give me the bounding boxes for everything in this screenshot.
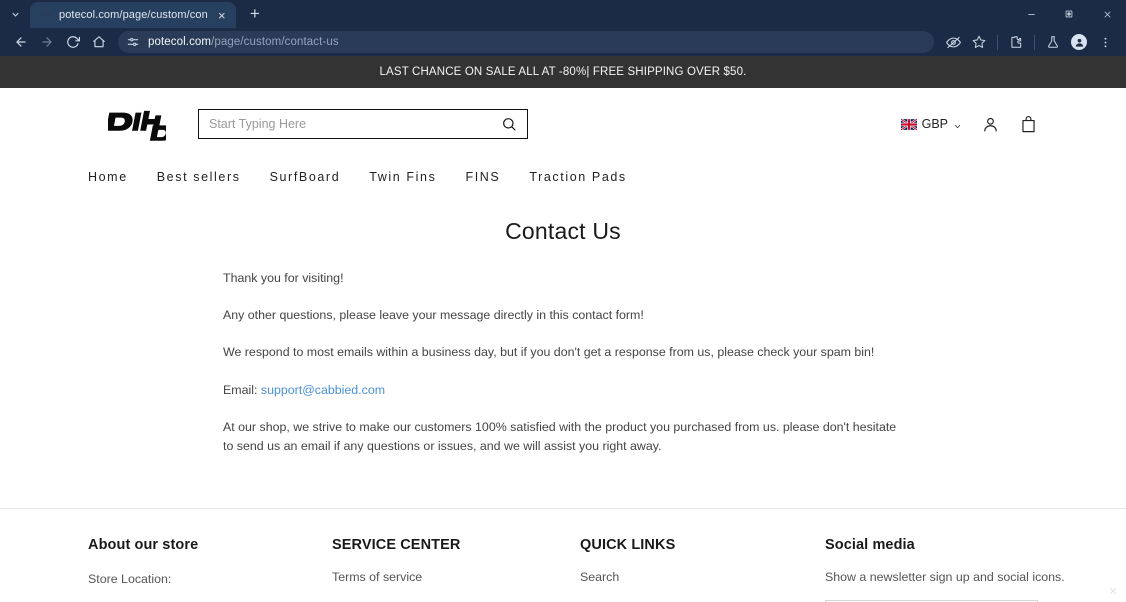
nav-item-twin-fins[interactable]: Twin Fins xyxy=(369,170,436,184)
browser-tab[interactable]: potecol.com/page/custom/con × xyxy=(30,2,236,28)
tracking-protection-icon[interactable] xyxy=(940,30,966,54)
url-text: potecol.com/page/custom/contact-us xyxy=(148,36,339,48)
footer-column-quick-links: QUICK LINKS Search FAQs Track Your Order xyxy=(580,537,825,602)
profile-avatar-icon[interactable] xyxy=(1066,30,1092,54)
close-window-icon[interactable] xyxy=(1088,0,1126,28)
email-label: Email: xyxy=(223,382,261,397)
shopping-bag-icon[interactable] xyxy=(1019,115,1038,134)
extensions-icon[interactable] xyxy=(1003,30,1029,54)
footer-heading-service-center: SERVICE CENTER xyxy=(332,537,461,554)
footer-column-about: About our store Store Location: 110 Hurl… xyxy=(88,537,332,602)
search-input[interactable] xyxy=(209,117,501,131)
paragraph-questions: Any other questions, please leave your m… xyxy=(223,308,644,323)
email-line: Email: support@cabbied.com xyxy=(223,381,903,400)
footer-heading-social: Social media xyxy=(825,537,915,554)
paragraph-thanks: Thank you for visiting! xyxy=(223,271,344,285)
back-icon[interactable] xyxy=(8,30,34,54)
nav-item-fins[interactable]: FINS xyxy=(465,170,500,184)
tab-strip: potecol.com/page/custom/con × + xyxy=(0,0,1126,28)
close-icon[interactable]: × xyxy=(214,7,230,23)
nav-item-traction-pads[interactable]: Traction Pads xyxy=(529,170,626,184)
toolbar-divider xyxy=(997,34,998,50)
tab-search-button[interactable] xyxy=(2,1,28,27)
site-footer: About our store Store Location: 110 Hurl… xyxy=(0,509,1126,602)
lab-flask-icon[interactable] xyxy=(1040,30,1066,54)
contact-content: Thank you for visiting! Any other questi… xyxy=(0,269,1126,456)
page-settings-icon[interactable] xyxy=(126,35,141,50)
maximize-icon[interactable] xyxy=(1050,0,1088,28)
new-tab-button[interactable]: + xyxy=(242,1,268,27)
page-title: Contact Us xyxy=(505,218,621,244)
footer-column-social: Social media Show a newsletter sign up a… xyxy=(825,537,1065,602)
tab-title: potecol.com/page/custom/con xyxy=(59,9,208,21)
site-header: GBP Home Best sellers SurfBo xyxy=(0,88,1126,190)
chevron-down-icon xyxy=(953,120,962,129)
user-account-icon[interactable] xyxy=(981,115,1000,134)
nav-item-surfboard[interactable]: SurfBoard xyxy=(270,170,341,184)
header-actions: GBP xyxy=(900,115,1038,134)
announcement-bar: LAST CHANCE ON SALE ALL AT -80%| FREE SH… xyxy=(0,56,1126,88)
window-controls xyxy=(1012,0,1126,28)
toolbar-right-actions xyxy=(940,30,1118,54)
uk-flag-icon xyxy=(900,117,918,131)
search-area xyxy=(198,109,528,139)
avatar xyxy=(1071,34,1087,50)
minimize-icon[interactable] xyxy=(1012,0,1050,28)
reload-icon[interactable] xyxy=(60,30,86,54)
nav-item-home[interactable]: Home xyxy=(88,170,128,184)
main-content: Contact Us Thank you for visiting! Any o… xyxy=(0,190,1126,456)
browser-toolbar: potecol.com/page/custom/contact-us xyxy=(0,28,1126,56)
paragraph-closing: At our shop, we strive to make our custo… xyxy=(223,419,897,454)
page-viewport: LAST CHANCE ON SALE ALL AT -80%| FREE SH… xyxy=(0,56,1126,602)
newsletter-description: Show a newsletter sign up and social ico… xyxy=(825,570,1065,585)
site-favicon xyxy=(39,8,53,22)
browser-window: potecol.com/page/custom/con × + potecol.… xyxy=(0,0,1126,602)
header-row: GBP xyxy=(0,102,1126,146)
url-path: /page/custom/contact-us xyxy=(211,36,339,48)
footer-column-service-center: SERVICE CENTER Terms of service Contact … xyxy=(332,537,580,602)
store-location-label: Store Location: xyxy=(88,572,172,587)
toolbar-divider-2 xyxy=(1034,34,1035,50)
main-navigation: Home Best sellers SurfBoard Twin Fins FI… xyxy=(0,146,1126,190)
corner-widget-icon[interactable] xyxy=(1106,584,1120,598)
url-host: potecol.com xyxy=(148,36,212,48)
currency-selector[interactable]: GBP xyxy=(900,117,962,131)
nav-item-best-sellers[interactable]: Best sellers xyxy=(157,170,241,184)
search-box[interactable] xyxy=(198,109,528,139)
home-icon[interactable] xyxy=(86,30,112,54)
footer-link-terms-of-service[interactable]: Terms of service xyxy=(332,570,580,584)
support-email-link[interactable]: support@cabbied.com xyxy=(261,383,385,397)
footer-heading-about: About our store xyxy=(88,537,199,554)
site-logo[interactable] xyxy=(88,107,166,141)
currency-code: GBP xyxy=(921,117,948,131)
search-icon[interactable] xyxy=(501,116,517,132)
footer-heading-quick-links: QUICK LINKS xyxy=(580,537,676,554)
browser-menu-icon[interactable] xyxy=(1092,30,1118,54)
forward-icon[interactable] xyxy=(34,30,60,54)
bookmark-star-icon[interactable] xyxy=(966,30,992,54)
address-bar[interactable]: potecol.com/page/custom/contact-us xyxy=(118,31,934,53)
footer-link-search[interactable]: Search xyxy=(580,570,825,584)
paragraph-response-time: We respond to most emails within a busin… xyxy=(223,345,875,360)
